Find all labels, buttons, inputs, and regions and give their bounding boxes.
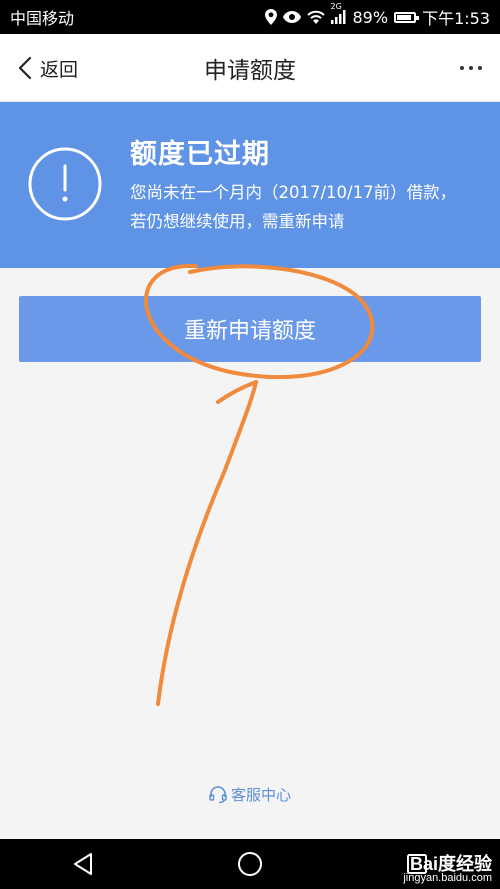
chevron-left-icon xyxy=(18,56,32,80)
system-nav-bar: Bai度经验 jingyan.baidu.com xyxy=(0,839,500,889)
reapply-quota-button[interactable]: 重新申请额度 xyxy=(19,296,481,362)
clock: 下午1:53 xyxy=(422,9,490,28)
exclamation-circle-icon xyxy=(28,147,102,221)
watermark-url: jingyan.baidu.com xyxy=(403,872,492,884)
eye-icon xyxy=(282,11,301,23)
baidu-jingyan-watermark: Bai度经验 jingyan.baidu.com xyxy=(403,854,492,885)
battery-percent: 89% xyxy=(352,7,389,27)
triangle-back-icon xyxy=(74,853,93,875)
signal-icon: 2G xyxy=(330,2,347,24)
wifi-icon xyxy=(306,10,325,24)
banner-title: 额度已过期 xyxy=(130,139,270,170)
back-key[interactable] xyxy=(63,844,103,884)
banner-description: 您尚未在一个月内（2017/10/17前）借款，若仍想继续使用，需重新申请 xyxy=(130,183,457,231)
home-key[interactable] xyxy=(230,844,270,884)
carrier-label: 中国移动 xyxy=(10,9,75,28)
network-type-label: 2G xyxy=(330,2,342,11)
nav-bar: 返回 申请额度 xyxy=(0,34,500,102)
back-label: 返回 xyxy=(40,58,79,81)
status-icons: 2G 89% 下午1:53 xyxy=(264,2,490,29)
status-bar: 中国移动 2G 89% 下午1:53 xyxy=(0,0,500,34)
location-icon xyxy=(264,9,277,25)
watermark-brand: Bai度经验 xyxy=(409,854,492,874)
circle-home-icon xyxy=(237,852,262,876)
back-button[interactable]: 返回 xyxy=(18,34,78,102)
dot-icon xyxy=(460,66,464,70)
headset-icon xyxy=(209,786,227,803)
customer-service-link[interactable]: 客服中心 xyxy=(0,784,500,805)
dot-icon xyxy=(478,66,482,70)
battery-icon xyxy=(394,11,420,23)
customer-service-label: 客服中心 xyxy=(230,786,291,804)
more-menu-button[interactable] xyxy=(460,34,482,102)
expired-banner: 额度已过期 您尚未在一个月内（2017/10/17前）借款，若仍想继续使用，需重… xyxy=(0,102,500,268)
dot-icon xyxy=(469,66,473,70)
